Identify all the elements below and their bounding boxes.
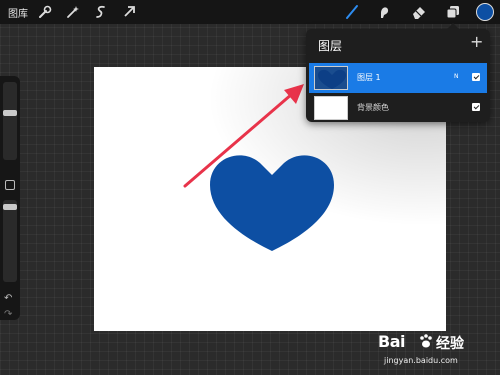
watermark: Bai 经验 jingyan.baidu.com <box>378 332 496 372</box>
modify-button[interactable] <box>5 180 15 190</box>
opacity-knob[interactable] <box>3 204 17 210</box>
eraser-icon[interactable] <box>410 3 428 21</box>
watermark-logo-text: Bai <box>378 332 405 351</box>
watermark-site-text: 经验 <box>436 336 464 352</box>
selection-icon[interactable] <box>92 3 110 21</box>
magic-wand-icon[interactable] <box>64 3 82 21</box>
wrench-icon[interactable] <box>36 3 54 21</box>
top-toolbar: 图库 <box>0 0 500 24</box>
layer-name: 背景颜色 <box>357 103 389 112</box>
smudge-icon[interactable] <box>375 3 393 21</box>
left-sidebar: ↶ ↷ <box>0 76 20 320</box>
opacity-slider[interactable] <box>3 200 17 282</box>
layer-row[interactable]: 背景颜色 <box>309 93 487 123</box>
blend-mode-button[interactable]: N <box>454 73 459 80</box>
visibility-checkbox[interactable] <box>472 103 480 111</box>
annotation-arrow <box>183 84 304 188</box>
brush-size-knob[interactable] <box>3 110 17 116</box>
layer-thumbnail <box>314 96 348 120</box>
panel-title: 图层 <box>318 39 343 53</box>
layers-panel: 图层 + 图层 1 N 背景颜色 <box>306 23 490 123</box>
brush-size-slider[interactable] <box>3 82 17 160</box>
color-picker-button[interactable] <box>476 3 494 21</box>
undo-button[interactable]: ↶ <box>4 294 12 304</box>
gallery-button[interactable]: 图库 <box>8 5 28 20</box>
brush-icon[interactable] <box>343 3 361 21</box>
transform-arrow-icon[interactable] <box>120 3 138 21</box>
visibility-checkbox[interactable] <box>472 73 480 81</box>
layers-icon[interactable] <box>444 3 462 21</box>
layer-name: 图层 1 <box>357 73 381 82</box>
watermark-url: jingyan.baidu.com <box>384 356 458 365</box>
paw-icon <box>420 334 432 348</box>
layer-thumbnail <box>314 66 348 90</box>
add-layer-button[interactable]: + <box>470 33 483 51</box>
redo-button[interactable]: ↷ <box>4 310 12 320</box>
layer-row[interactable]: 图层 1 N <box>309 63 487 93</box>
